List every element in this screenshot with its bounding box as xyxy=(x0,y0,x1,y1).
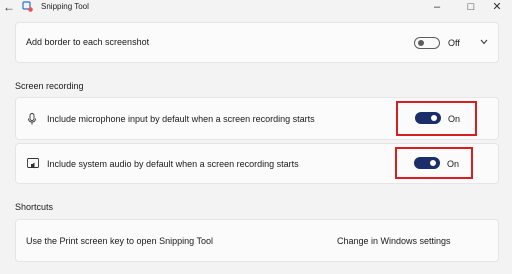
chevron-down-icon[interactable] xyxy=(480,39,488,45)
print-screen-setting-label: Use the Print screen key to open Snippin… xyxy=(26,236,213,246)
shortcuts-heading: Shortcuts xyxy=(15,202,54,212)
system-audio-setting-label: Include system audio by default when a s… xyxy=(47,159,299,169)
microphone-toggle-highlight xyxy=(396,101,477,136)
border-toggle-state: Off xyxy=(448,38,460,48)
snipping-tool-app-icon xyxy=(22,1,33,12)
border-setting-label: Add border to each screenshot xyxy=(26,37,150,47)
change-in-windows-settings-link[interactable]: Change in Windows settings xyxy=(337,236,451,246)
window-title: Snipping Tool xyxy=(41,2,89,11)
border-toggle[interactable] xyxy=(414,37,440,49)
system-audio-icon xyxy=(27,158,39,169)
microphone-setting-label: Include microphone input by default when… xyxy=(47,114,315,124)
back-arrow-icon[interactable]: ← xyxy=(3,1,15,13)
title-bar: ← Snipping Tool – □ ✕ xyxy=(0,0,512,16)
toggle-knob xyxy=(418,40,424,46)
microphone-icon xyxy=(28,113,36,125)
minimize-button[interactable]: – xyxy=(422,0,452,15)
print-screen-setting-card: Use the Print screen key to open Snippin… xyxy=(15,219,499,262)
close-button[interactable]: ✕ xyxy=(482,0,512,15)
screen-recording-heading: Screen recording xyxy=(15,81,84,91)
system-audio-toggle-highlight xyxy=(395,147,473,179)
border-setting-card: Add border to each screenshot Off xyxy=(15,22,499,63)
